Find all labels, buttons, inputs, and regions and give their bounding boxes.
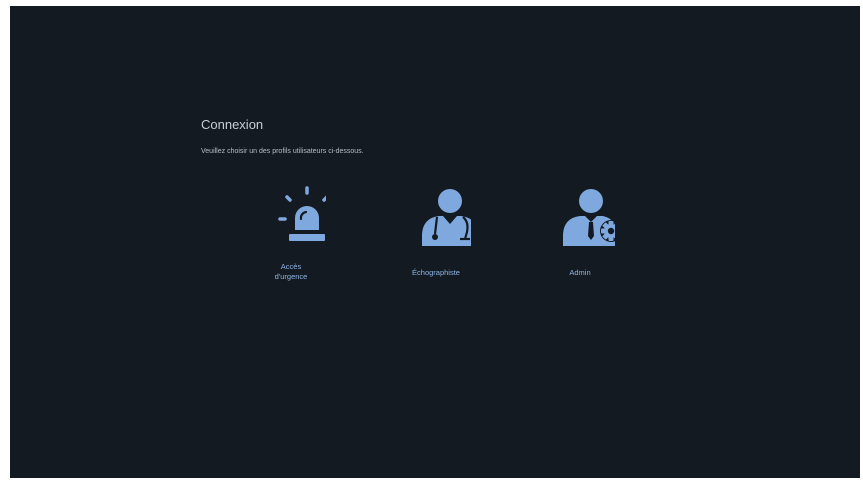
profile-label-admin: Admin [569,268,591,277]
profile-label-sonographer: Échographiste [412,268,460,277]
doctor-stethoscope-icon [386,184,486,246]
admin-user-gear-icon [530,184,630,246]
login-screen: Connexion Veuillez choisir un des profil… [10,6,860,478]
profile-emergency-access[interactable]: Accès d'urgence [241,184,341,294]
page-title: Connexion [201,117,264,132]
emergency-siren-icon [241,184,341,246]
profile-label-emergency: Accès d'urgence [274,262,308,281]
profile-admin[interactable]: Admin [530,184,630,294]
profile-sonographer[interactable]: Échographiste [386,184,486,294]
instruction-text: Veuillez choisir un des profils utilisat… [201,148,364,155]
